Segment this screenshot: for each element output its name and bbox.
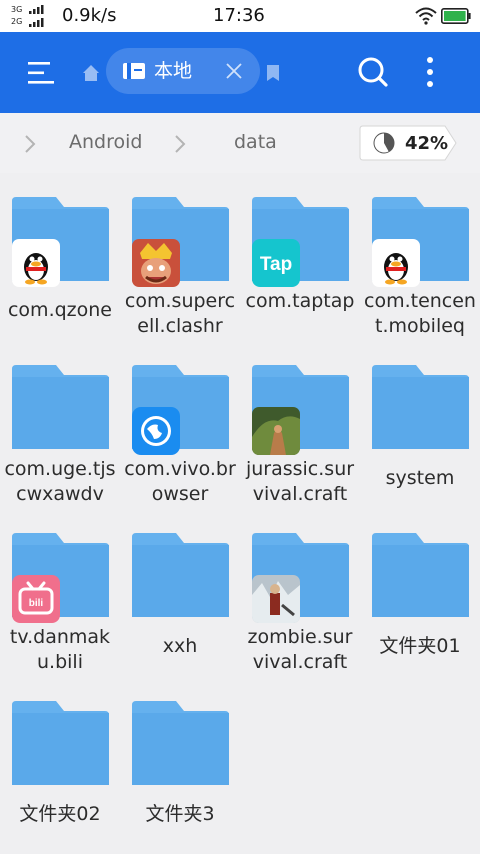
local-storage-icon — [123, 63, 145, 79]
signal-bars-icon — [29, 5, 44, 27]
folder-item[interactable]: jurassic.survival.craft — [240, 341, 360, 509]
folder-item[interactable]: xxh — [120, 509, 240, 677]
breadcrumb-item-android[interactable]: Android — [69, 130, 142, 154]
signal-indicator: 3G 2G — [11, 4, 55, 30]
folder-item[interactable]: zombie.survival.craft — [240, 509, 360, 677]
chevron-right-icon — [25, 135, 36, 153]
breadcrumb-item-data[interactable]: data — [234, 130, 277, 154]
folder-item[interactable]: com.qzone — [0, 173, 120, 341]
folder-icon — [372, 365, 469, 449]
jurassic-game-icon — [252, 407, 300, 455]
folder-item[interactable]: com.tencent.mobileq — [360, 173, 480, 341]
folder-icon — [372, 533, 469, 617]
chevron-right-icon — [175, 135, 186, 153]
folder-item[interactable]: bili tv.danmaku.bili — [0, 509, 120, 677]
folder-name: 文件夹3 — [145, 803, 215, 825]
folder-name: com.uge.tjscwxawdv — [4, 458, 116, 505]
qq-penguin-icon — [372, 239, 420, 287]
network-speed: 0.9k/s — [62, 5, 117, 26]
file-grid: com.qzone com.supercell.clashr Tap com.tapt… — [0, 173, 480, 854]
folder-name: zombie.survival.craft — [247, 626, 353, 673]
pie-chart-icon — [373, 132, 395, 154]
folder-item[interactable]: Tap com.taptap — [240, 173, 360, 341]
battery-icon — [441, 8, 471, 24]
folder-item[interactable]: com.supercell.clashr — [120, 173, 240, 341]
folder-item[interactable]: system — [360, 341, 480, 509]
folder-name: jurassic.survival.craft — [245, 458, 355, 505]
folder-icon — [132, 533, 229, 617]
location-chip[interactable]: 本地 — [106, 48, 260, 94]
svg-text:Tap: Tap — [260, 254, 292, 275]
qq-penguin-icon — [12, 239, 60, 287]
folder-name: xxh — [162, 635, 198, 657]
folder-name: system — [385, 467, 455, 489]
folder-name: com.taptap — [245, 290, 355, 312]
folder-name: com.vivo.browser — [124, 458, 236, 505]
storage-usage-value: 42% — [405, 133, 449, 154]
folder-icon — [132, 701, 229, 785]
close-icon[interactable] — [224, 61, 244, 81]
folder-item[interactable]: com.uge.tjscwxawdv — [0, 341, 120, 509]
folder-icon — [12, 365, 109, 449]
clash-royale-icon — [132, 239, 180, 287]
clock: 17:36 — [213, 5, 265, 26]
folder-name: com.supercell.clashr — [124, 290, 236, 337]
folder-item[interactable]: 文件夹02 — [0, 677, 120, 845]
app-bar: 本地 — [0, 32, 480, 113]
folder-item[interactable]: 文件夹01 — [360, 509, 480, 677]
folder-name: com.qzone — [7, 299, 112, 321]
bookmark-icon[interactable] — [266, 63, 280, 83]
breadcrumb: Android data 42% — [0, 113, 480, 173]
status-bar: 3G 2G 0.9k/s 17:36 — [0, 0, 480, 32]
folder-name: com.tencent.mobileq — [364, 290, 476, 337]
home-icon[interactable] — [82, 64, 100, 82]
folder-name: tv.danmaku.bili — [9, 626, 111, 673]
vivo-browser-icon — [132, 407, 180, 455]
storage-usage-badge[interactable]: 42% — [359, 125, 457, 161]
location-chip-label: 本地 — [154, 60, 193, 82]
menu-icon[interactable] — [24, 56, 58, 90]
zombie-game-icon — [252, 575, 300, 623]
more-options-icon[interactable] — [418, 54, 442, 90]
folder-name: 文件夹02 — [19, 803, 101, 825]
folder-item[interactable]: com.vivo.browser — [120, 341, 240, 509]
folder-name: 文件夹01 — [379, 635, 461, 657]
folder-item[interactable]: 文件夹3 — [120, 677, 240, 845]
bilibili-icon: bili — [12, 575, 60, 623]
svg-text:bili: bili — [29, 598, 44, 609]
search-icon[interactable] — [355, 54, 391, 90]
taptap-icon: Tap — [252, 239, 300, 287]
wifi-icon — [415, 7, 437, 25]
folder-icon — [12, 701, 109, 785]
